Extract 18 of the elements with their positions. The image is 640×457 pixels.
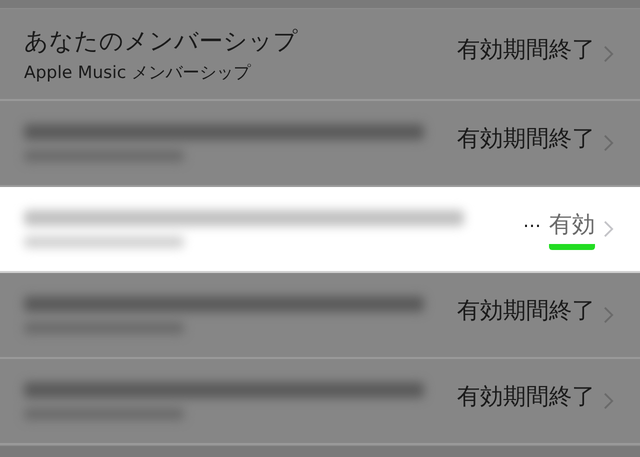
status-label: 有効期間終了 (457, 124, 595, 154)
list-row[interactable]: あなたのメンバーシップ Apple Music メンバーシップ 有効期間終了 (0, 9, 640, 101)
list-row[interactable]: 有効期間終了 (0, 359, 640, 445)
list-row[interactable]: 有効期間終了 (0, 101, 640, 187)
chevron-icon (603, 219, 614, 239)
status-label: 有効期間終了 (457, 382, 595, 412)
more-indicator: … (523, 211, 541, 232)
row-subtitle: Apple Music メンバーシップ (24, 62, 252, 84)
status-label: 有効期間終了 (457, 296, 595, 326)
status-label: 有効期間終了 (457, 36, 595, 64)
chevron-icon (603, 305, 614, 325)
list-row[interactable]: … 有効 (0, 187, 640, 273)
list-row[interactable]: 有効期間終了 (0, 273, 640, 359)
chevron-icon (603, 44, 614, 64)
chevron-icon (603, 133, 614, 153)
chevron-icon (603, 391, 614, 411)
status-label: 有効 (549, 208, 595, 250)
row-title: あなたのメンバーシップ (24, 26, 299, 56)
